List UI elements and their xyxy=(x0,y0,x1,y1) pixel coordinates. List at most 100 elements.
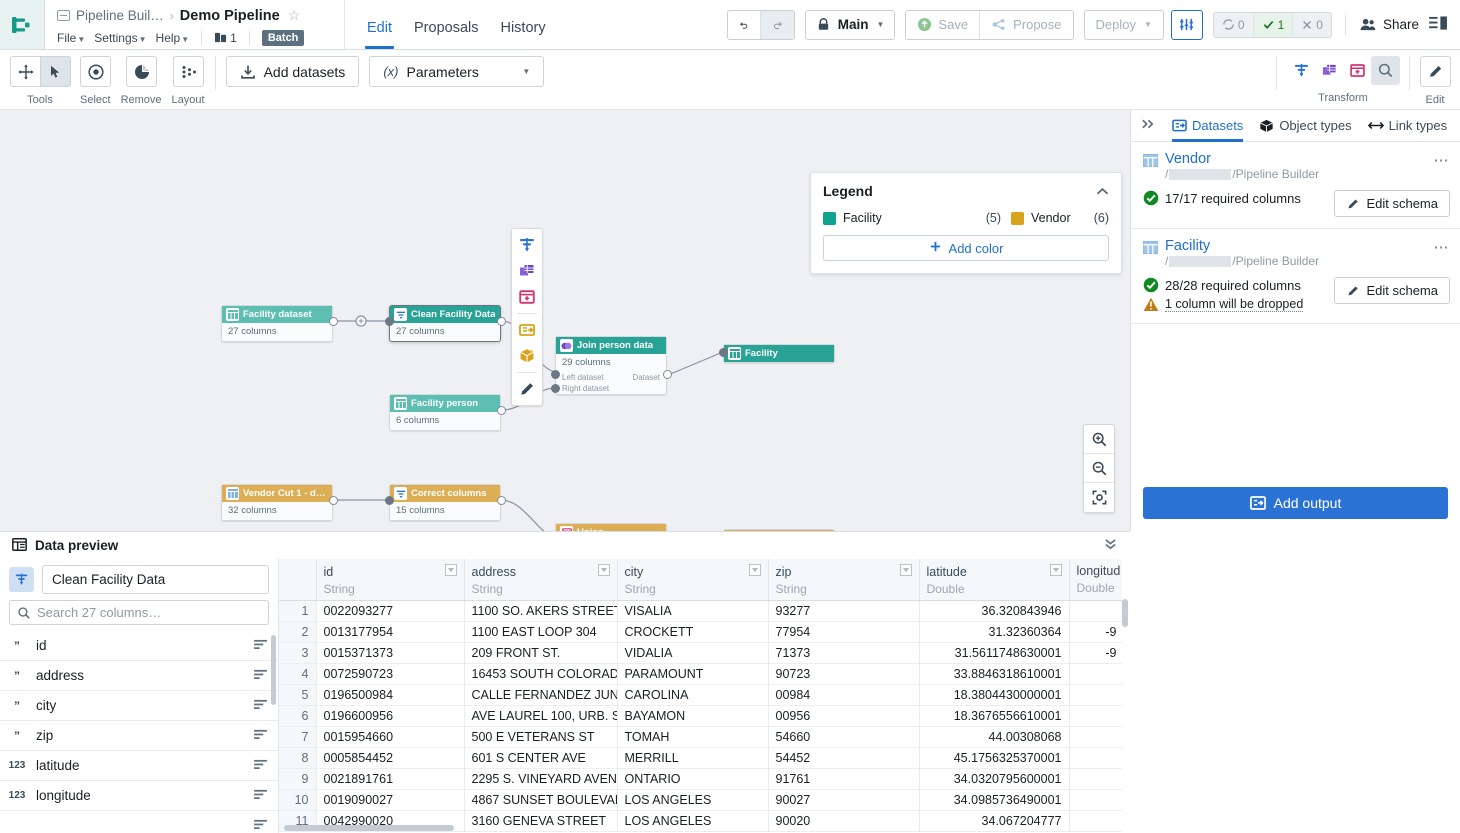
column-sort-icon[interactable] xyxy=(253,758,268,773)
zoom-out-icon[interactable] xyxy=(1084,454,1114,483)
tab-proposals[interactable]: Proposals xyxy=(414,20,478,49)
edit-schema-button[interactable]: Edit schema xyxy=(1334,190,1450,217)
node-output-port[interactable] xyxy=(329,317,338,326)
parameters-button[interactable]: (x) Parameters ▼ xyxy=(369,56,545,87)
node-facility-dataset[interactable]: Facility dataset 27 columns xyxy=(221,305,333,342)
filter-icon[interactable] xyxy=(899,564,912,579)
chevron-up-icon[interactable] xyxy=(1096,183,1109,199)
object-icon[interactable] xyxy=(512,343,542,369)
join-icon[interactable] xyxy=(1315,56,1344,85)
zoom-in-icon[interactable] xyxy=(1084,425,1114,454)
column-header-id[interactable]: id String xyxy=(316,559,465,601)
node-correct-columns[interactable]: Correct columns 15 columns xyxy=(389,484,501,521)
save-button[interactable]: Save xyxy=(906,10,981,39)
table-row[interactable]: 1 0022093277 1100 SO. AKERS STREET VISAL… xyxy=(279,600,1125,622)
app-logo[interactable] xyxy=(0,0,45,49)
selected-node-input[interactable]: Clean Facility Data xyxy=(42,565,269,594)
auto-layout-icon[interactable] xyxy=(173,56,205,87)
add-color-button[interactable]: Add color xyxy=(823,235,1109,261)
column-list-item[interactable]: ” city xyxy=(0,691,278,721)
dataset-name[interactable]: Facility xyxy=(1165,238,1319,254)
deploy-button[interactable]: Deploy ▼ xyxy=(1083,9,1164,40)
redo-icon[interactable] xyxy=(760,10,794,39)
table-row[interactable]: 6 0196600956 AVE LAUREL 100, URB. SAN BA… xyxy=(279,705,1125,727)
dropped-column-warning[interactable]: 1 column will be dropped xyxy=(1143,297,1304,312)
menu-file[interactable]: File▼ xyxy=(57,31,85,45)
undo-icon[interactable] xyxy=(727,10,761,39)
node-input-port[interactable] xyxy=(385,496,394,505)
tab-link-types[interactable]: Link types xyxy=(1367,110,1447,142)
column-sort-icon[interactable] xyxy=(253,728,268,743)
table-row[interactable]: 8 0005854452 601 S CENTER AVE MERRILL 54… xyxy=(279,747,1125,769)
table-row[interactable]: 5 0196500984 CALLE FERNANDEZ JUNCO CAROL… xyxy=(279,684,1125,706)
add-output-button[interactable]: Add output xyxy=(1143,487,1448,519)
node-input-port-left[interactable] xyxy=(551,370,560,379)
node-clean-facility-data[interactable]: Clean Facility Data 27 columns xyxy=(389,305,501,342)
node-vendor-cut-1[interactable]: Vendor Cut 1 - demo dat… 32 columns xyxy=(221,484,333,521)
table-row[interactable]: 9 0021891761 2295 S. VINEYARD AVENUE ONT… xyxy=(279,768,1125,790)
more-options-icon[interactable]: ⋯ xyxy=(1434,151,1451,169)
edit-schema-button[interactable]: Edit schema xyxy=(1334,277,1450,304)
output-icon[interactable] xyxy=(512,317,542,343)
tab-datasets[interactable]: Datasets xyxy=(1172,110,1243,142)
search-icon[interactable] xyxy=(1371,56,1400,85)
status-sync[interactable]: 0 xyxy=(1213,12,1254,37)
node-facility-person[interactable]: Facility person 6 columns xyxy=(389,394,501,431)
filter-icon[interactable] xyxy=(748,564,761,579)
transform-icon[interactable] xyxy=(1287,56,1316,85)
pencil-icon[interactable] xyxy=(512,376,542,402)
add-datasets-button[interactable]: Add datasets xyxy=(225,56,360,87)
column-list-item[interactable] xyxy=(0,811,278,833)
menu-help[interactable]: Help▼ xyxy=(156,31,190,45)
node-input-port[interactable] xyxy=(719,348,728,357)
column-list-scrollbar[interactable] xyxy=(271,635,276,705)
tab-object-types[interactable]: Object types xyxy=(1259,110,1352,142)
union-icon[interactable] xyxy=(1343,56,1372,85)
legend-swatch-facility[interactable] xyxy=(823,211,836,225)
table-horizontal-scrollbar[interactable] xyxy=(284,825,454,831)
branch-count[interactable]: 1 xyxy=(214,31,237,45)
column-search-input[interactable]: Search 27 columns… xyxy=(9,600,269,625)
table-row[interactable]: 10 0019090027 4867 SUNSET BOULEVARD LOS … xyxy=(279,789,1125,811)
node-union[interactable]: Union 15 columns xyxy=(555,523,667,531)
union-icon[interactable] xyxy=(512,284,542,310)
filter-icon[interactable] xyxy=(597,564,610,579)
pipeline-canvas[interactable]: Facility dataset 27 columns Clean Facili… xyxy=(0,110,1130,531)
star-outline-icon[interactable]: ☆ xyxy=(288,7,301,24)
column-list-item[interactable]: 123 longitude xyxy=(0,781,278,811)
target-select-icon[interactable] xyxy=(80,56,112,87)
node-output-port[interactable] xyxy=(329,496,338,505)
table-row[interactable]: 4 0072590723 16453 SOUTH COLORADO A PARA… xyxy=(279,663,1125,685)
column-list-item[interactable]: ” id xyxy=(0,631,278,661)
node-facility-output[interactable]: Facility xyxy=(723,344,835,363)
column-header-city[interactable]: city String xyxy=(617,559,769,601)
data-table-area[interactable]: id String address String city String zip… xyxy=(279,559,1130,833)
propose-button[interactable]: Propose xyxy=(980,10,1073,39)
more-options-icon[interactable]: ⋯ xyxy=(1434,238,1451,256)
column-header-zip[interactable]: zip String xyxy=(768,559,920,601)
dataset-item-facility[interactable]: Facility / /Pipeline Builder ⋯ 28/28 req… xyxy=(1131,229,1460,324)
move-tool-icon[interactable] xyxy=(10,56,41,87)
column-list-item[interactable]: 123 latitude xyxy=(0,751,278,781)
breadcrumb-parent[interactable]: Pipeline Buil… xyxy=(76,8,164,23)
status-error[interactable]: 0 xyxy=(1293,12,1331,37)
transform-icon[interactable] xyxy=(512,232,542,258)
dataset-name[interactable]: Vendor xyxy=(1165,151,1319,167)
column-header-longitude[interactable]: longitud Double xyxy=(1069,559,1125,601)
tab-history[interactable]: History xyxy=(500,20,545,49)
table-row[interactable]: 2 0013177954 1100 EAST LOOP 304 CROCKETT… xyxy=(279,621,1125,643)
node-join-person-data[interactable]: Join person data 29 columns Left dataset… xyxy=(555,336,667,395)
join-icon[interactable] xyxy=(512,258,542,284)
pencil-icon[interactable] xyxy=(1420,56,1451,87)
double-chevron-right-icon[interactable] xyxy=(1141,118,1156,133)
column-sort-icon[interactable] xyxy=(253,668,268,683)
node-output-port[interactable] xyxy=(497,496,506,505)
table-row[interactable]: 3 0015371373 209 FRONT ST. VIDALIA 71373… xyxy=(279,642,1125,664)
column-list-item[interactable]: ” address xyxy=(0,661,278,691)
column-header-latitude[interactable]: latitude Double xyxy=(919,559,1070,601)
double-chevron-down-icon[interactable] xyxy=(1103,538,1118,553)
node-output-port[interactable] xyxy=(497,317,506,326)
node-output-port[interactable] xyxy=(663,370,672,379)
status-ok[interactable]: 1 xyxy=(1253,12,1294,37)
column-sort-icon[interactable] xyxy=(253,698,268,713)
